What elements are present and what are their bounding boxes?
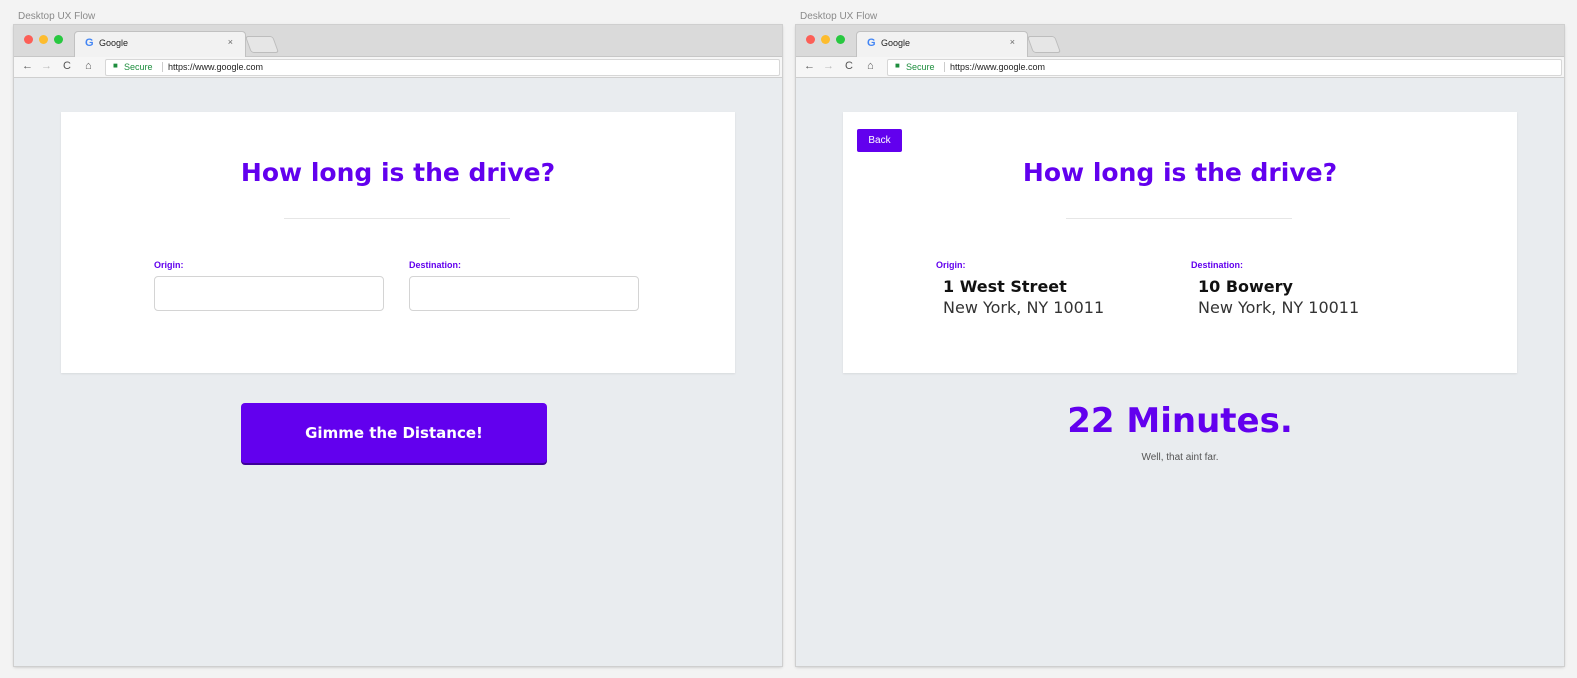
origin-city: New York, NY 10011 bbox=[943, 298, 1105, 317]
browser-window-result: G Google × ← → C ⌂ ■ Secure https://www.… bbox=[796, 25, 1564, 666]
back-button[interactable]: Back bbox=[857, 129, 902, 152]
browser-toolbar: ← → C ⌂ ■ Secure https://www.google.com bbox=[796, 57, 1564, 78]
reload-icon[interactable]: C bbox=[63, 60, 71, 72]
drive-time-result: 22 Minutes. bbox=[1067, 401, 1293, 441]
home-icon[interactable]: ⌂ bbox=[867, 60, 874, 72]
maximize-window-button[interactable] bbox=[836, 35, 845, 44]
page-viewport: How long is the drive? Origin: Destinati… bbox=[14, 78, 782, 666]
close-window-button[interactable] bbox=[24, 35, 33, 44]
page-viewport: Back How long is the drive? Origin: 1 We… bbox=[796, 78, 1564, 666]
minimize-window-button[interactable] bbox=[39, 35, 48, 44]
reload-icon[interactable]: C bbox=[845, 60, 853, 72]
new-tab-button[interactable] bbox=[1026, 36, 1062, 53]
secure-label: Secure bbox=[906, 62, 935, 72]
destination-label: Destination: bbox=[409, 260, 462, 270]
tab-strip: G Google × bbox=[796, 25, 1564, 57]
minimize-window-button[interactable] bbox=[821, 35, 830, 44]
forward-arrow-icon[interactable]: → bbox=[823, 60, 834, 72]
secure-label: Secure bbox=[124, 62, 153, 72]
destination-input[interactable] bbox=[409, 276, 639, 311]
google-favicon-icon: G bbox=[85, 37, 94, 49]
gimme-distance-button[interactable]: Gimme the Distance! bbox=[241, 403, 547, 463]
browser-tab[interactable]: G Google × bbox=[74, 31, 246, 57]
title-divider bbox=[1066, 218, 1292, 219]
origin-street: 1 West Street bbox=[943, 277, 1067, 296]
url-separator bbox=[944, 62, 945, 72]
tab-close-icon[interactable]: × bbox=[1010, 37, 1015, 47]
destination-city: New York, NY 10011 bbox=[1198, 298, 1360, 317]
browser-window-form: G Google × ← → C ⌂ ■ Secure https://www.… bbox=[14, 25, 782, 666]
origin-input[interactable] bbox=[154, 276, 384, 311]
browser-tab[interactable]: G Google × bbox=[856, 31, 1028, 57]
tab-title: Google bbox=[881, 38, 911, 48]
url-separator bbox=[162, 62, 163, 72]
result-card: Back How long is the drive? Origin: 1 We… bbox=[843, 112, 1517, 373]
close-window-button[interactable] bbox=[806, 35, 815, 44]
address-bar[interactable]: ■ Secure https://www.google.com bbox=[887, 59, 1562, 76]
form-card: How long is the drive? Origin: Destinati… bbox=[61, 112, 735, 373]
new-tab-button[interactable] bbox=[244, 36, 280, 53]
destination-street: 10 Bowery bbox=[1198, 277, 1293, 296]
home-icon[interactable]: ⌂ bbox=[85, 60, 92, 72]
url-text: https://www.google.com bbox=[168, 62, 264, 72]
forward-arrow-icon[interactable]: → bbox=[41, 60, 52, 72]
tab-strip: G Google × bbox=[14, 25, 782, 57]
page-title: How long is the drive? bbox=[240, 158, 556, 187]
artboard-label-result: Desktop UX Flow bbox=[800, 11, 878, 22]
google-favicon-icon: G bbox=[867, 37, 876, 49]
browser-toolbar: ← → C ⌂ ■ Secure https://www.google.com bbox=[14, 57, 782, 78]
maximize-window-button[interactable] bbox=[54, 35, 63, 44]
artboard-label-form: Desktop UX Flow bbox=[18, 11, 96, 22]
back-arrow-icon[interactable]: ← bbox=[804, 60, 815, 72]
origin-label: Origin: bbox=[154, 260, 184, 270]
origin-label: Origin: bbox=[936, 260, 966, 270]
tab-close-icon[interactable]: × bbox=[228, 37, 233, 47]
tab-title: Google bbox=[99, 38, 129, 48]
lock-icon: ■ bbox=[113, 61, 118, 70]
address-bar[interactable]: ■ Secure https://www.google.com bbox=[105, 59, 780, 76]
back-arrow-icon[interactable]: ← bbox=[22, 60, 33, 72]
url-text: https://www.google.com bbox=[950, 62, 1046, 72]
destination-label: Destination: bbox=[1191, 260, 1244, 270]
page-title: How long is the drive? bbox=[1022, 158, 1338, 187]
result-subtitle: Well, that aint far. bbox=[1141, 452, 1219, 463]
lock-icon: ■ bbox=[895, 61, 900, 70]
title-divider bbox=[284, 218, 510, 219]
